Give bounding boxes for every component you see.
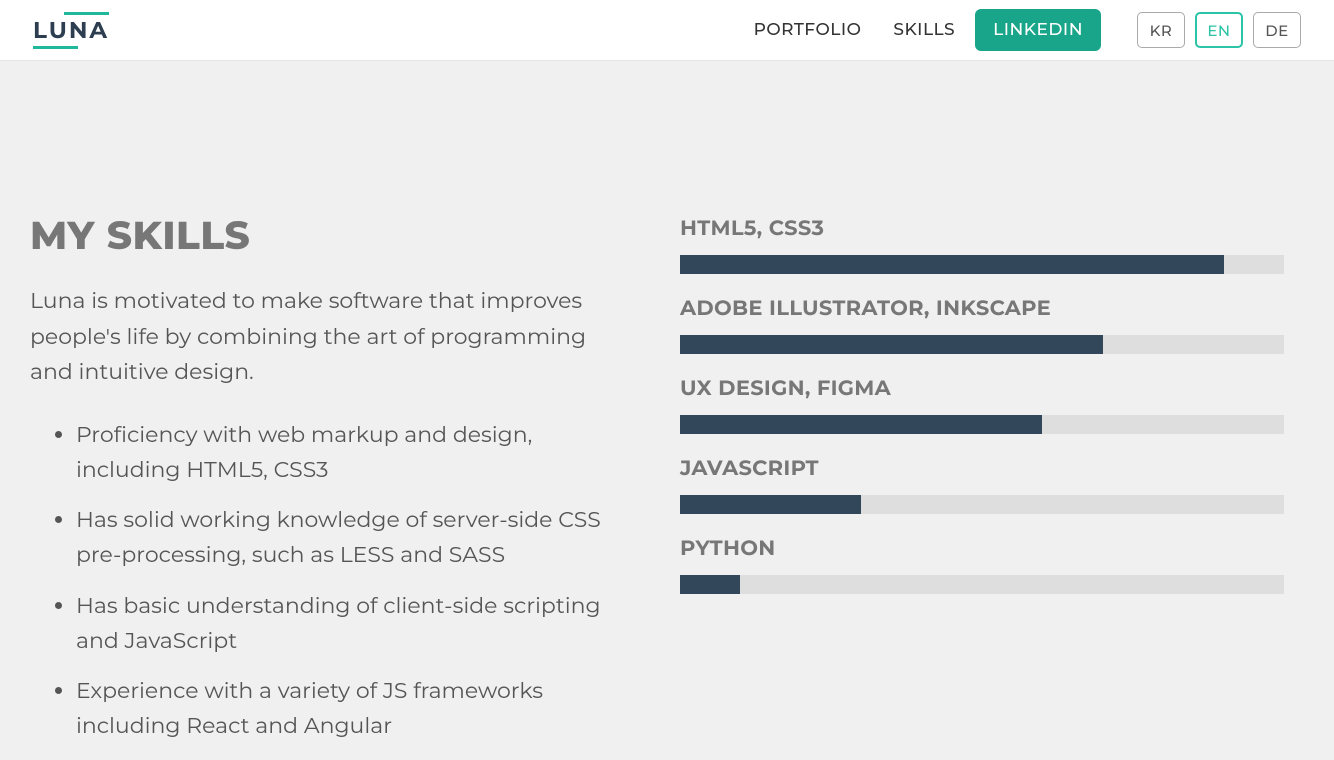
lang-de-button[interactable]: DE	[1253, 12, 1301, 48]
skill-label: UX DESIGN, FIGMA	[680, 376, 1284, 401]
skill-bar-track	[680, 335, 1284, 354]
lang-kr-button[interactable]: KR	[1137, 12, 1185, 48]
skill-bar-fill	[680, 415, 1042, 434]
skills-bullet: Experience with a variety of JS framewor…	[76, 674, 620, 744]
nav-linkedin[interactable]: LINKEDIN	[975, 9, 1101, 51]
skill-bar-track	[680, 415, 1284, 434]
skill-bar-fill	[680, 335, 1103, 354]
skill-bar-track	[680, 575, 1284, 594]
skill-label: PYTHON	[680, 536, 1284, 561]
skill-label: HTML5, CSS3	[680, 216, 1284, 241]
skill-row: PYTHON	[680, 536, 1284, 594]
skills-bullet-list: Proficiency with web markup and design, …	[30, 418, 620, 744]
skill-row: ADOBE ILLUSTRATOR, INKSCAPE	[680, 296, 1284, 354]
header: LUNA PORTFOLIO SKILLS LINKEDIN KR EN DE	[0, 0, 1334, 61]
language-switcher: KR EN DE	[1137, 12, 1301, 48]
skill-bar-fill	[680, 575, 740, 594]
section-title: MY SKILLS	[30, 211, 620, 259]
skill-label: JAVASCRIPT	[680, 456, 1284, 481]
skills-bullet: Proficiency with web markup and design, …	[76, 418, 620, 488]
nav-portfolio[interactable]: PORTFOLIO	[738, 10, 878, 50]
skills-text-column: MY SKILLS Luna is motivated to make soft…	[30, 211, 620, 760]
skills-bullet: Has basic understanding of client-side s…	[76, 589, 620, 659]
skill-bar-fill	[680, 255, 1224, 274]
skill-bar-track	[680, 255, 1284, 274]
primary-nav: PORTFOLIO SKILLS LINKEDIN KR EN DE	[738, 9, 1301, 51]
lang-en-button[interactable]: EN	[1195, 12, 1243, 48]
skills-section: MY SKILLS Luna is motivated to make soft…	[0, 61, 1334, 760]
skill-row: UX DESIGN, FIGMA	[680, 376, 1284, 434]
logo[interactable]: LUNA	[33, 14, 109, 47]
skill-label: ADOBE ILLUSTRATOR, INKSCAPE	[680, 296, 1284, 321]
logo-text: LUNA	[33, 14, 109, 47]
skill-row: JAVASCRIPT	[680, 456, 1284, 514]
skill-row: HTML5, CSS3	[680, 216, 1284, 274]
skill-bar-track	[680, 495, 1284, 514]
section-intro: Luna is motivated to make software that …	[30, 283, 620, 390]
nav-skills[interactable]: SKILLS	[877, 10, 971, 50]
skills-bullet: Has solid working knowledge of server-si…	[76, 503, 620, 573]
skill-bar-fill	[680, 495, 861, 514]
skills-bars-column: HTML5, CSS3 ADOBE ILLUSTRATOR, INKSCAPE …	[680, 211, 1284, 760]
